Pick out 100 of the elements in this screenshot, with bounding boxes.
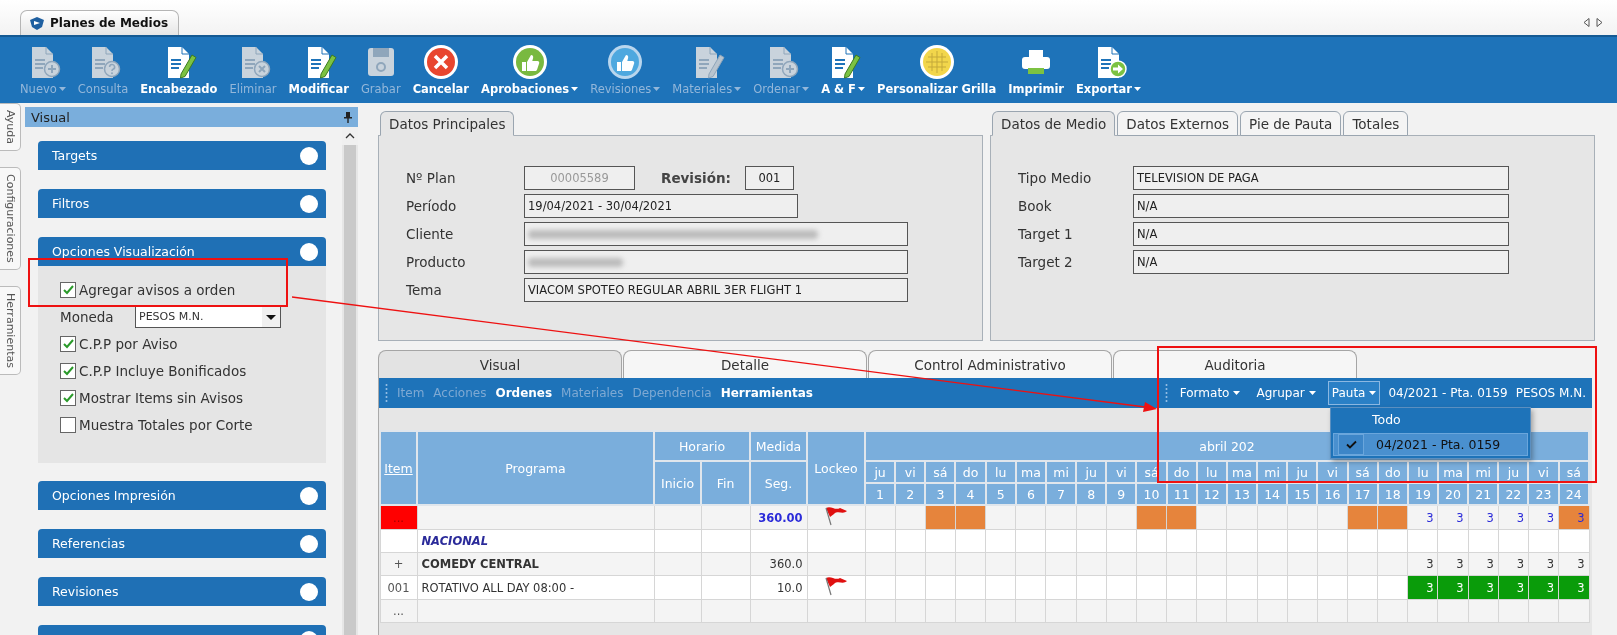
pin-icon[interactable] (344, 111, 352, 123)
view-tab[interactable]: Control Administrativo (868, 350, 1112, 378)
check-icon (62, 365, 74, 376)
form-tab[interactable]: Datos de Medio (992, 111, 1116, 136)
table-cell: + (380, 552, 417, 576)
input-field[interactable]: N/A (1133, 250, 1509, 274)
table-cell (380, 529, 417, 553)
grip-icon (385, 384, 388, 402)
toolbar-button[interactable]: Cancelar (406, 44, 476, 96)
caret-icon (1369, 391, 1377, 395)
menu-dropdown[interactable]: Formato (1175, 381, 1245, 405)
form-tab[interactable]: Datos Externos (1117, 111, 1239, 136)
option-label: C.P.P Incluye Bonificados (79, 362, 247, 379)
caret-icon (58, 87, 66, 91)
thumbs-up-icon (511, 44, 548, 80)
circle-icon (300, 146, 318, 165)
menu-item[interactable]: Ordenes (495, 386, 553, 400)
field-label: Nº Plan (406, 170, 457, 186)
section-header[interactable]: Targets (38, 141, 326, 170)
toolbar-button[interactable]: Aprobaciones (475, 44, 585, 96)
caret-icon (1233, 391, 1241, 395)
section-header[interactable]: Referencias (38, 529, 326, 558)
form-tab[interactable]: Totales (1343, 111, 1409, 136)
caret-icon (571, 87, 579, 91)
input-field[interactable]: VIACOM SPOTEO REGULAR ABRIL 3ER FLIGHT 1 (524, 278, 908, 302)
table-cell: 001 (380, 575, 417, 600)
option-label: Moneda (60, 308, 115, 325)
field-label: Producto (406, 254, 467, 270)
check-icon (62, 338, 74, 349)
logo-icon (29, 16, 45, 30)
toolbar-button[interactable]: Modificar (282, 44, 355, 96)
view-tab[interactable]: Auditoria (1113, 350, 1357, 378)
input-field[interactable]: TELEVISION DE PAGA (1133, 166, 1509, 190)
scroll-left-icon[interactable] (1583, 18, 1590, 27)
column-header: Horario (654, 431, 750, 461)
circle-icon (300, 242, 318, 261)
menu-dropdown[interactable]: Agrupar (1252, 381, 1320, 405)
checkbox[interactable] (60, 335, 76, 352)
checkbox[interactable] (60, 416, 76, 433)
flag-icon (823, 576, 849, 596)
field-label: Cliente (406, 226, 455, 242)
section-header[interactable]: Filtros (38, 189, 326, 218)
caret-icon (653, 87, 661, 91)
side-tab[interactable]: Ayuda (0, 103, 21, 151)
field-label: Book (1018, 198, 1053, 214)
option-label: C.P.P por Aviso (79, 335, 178, 352)
toolbar-button[interactable]: Imprimir (1002, 44, 1070, 96)
column-header: Inicio (654, 461, 701, 505)
side-tab[interactable]: Herramientas (0, 285, 21, 375)
menu-option[interactable]: Todo (1331, 408, 1530, 431)
side-tab[interactable]: Configuraciones (0, 167, 21, 270)
field-label: Período (406, 198, 458, 214)
scroll-right-icon[interactable] (1596, 18, 1603, 27)
toolbar-button[interactable]: Personalizar Grilla (871, 44, 1003, 96)
check-icon (62, 392, 74, 403)
section-header[interactable]: Opciones Impresión (38, 481, 326, 510)
caret-icon (734, 87, 742, 91)
check-icon (62, 284, 74, 295)
panel-title: Visual (31, 109, 70, 125)
field-label: Target 1 (1018, 226, 1074, 242)
currency-select[interactable]: PESOS M.N. (135, 305, 281, 328)
input-field[interactable]: N/A (1133, 222, 1509, 246)
input-field[interactable] (524, 222, 908, 246)
cancel-icon (422, 44, 459, 80)
field-label: Tema (406, 282, 443, 298)
input-field[interactable]: 19/04/2021 - 30/04/2021 (524, 194, 798, 218)
circle-icon (300, 486, 318, 505)
section-header[interactable]: Opciones Visualización (38, 237, 326, 266)
form-tab[interactable]: Datos Principales (380, 111, 515, 136)
table-cell: ... (380, 505, 417, 530)
option-label: Muestra Totales por Corte (79, 416, 253, 433)
scrollbar[interactable] (342, 127, 358, 635)
view-tab[interactable]: Detalle (623, 350, 867, 378)
column-header: Programa (417, 431, 654, 505)
toolbar-button[interactable]: Encabezado (134, 44, 224, 96)
menu-dropdown[interactable]: Pauta (1327, 381, 1381, 405)
checkbox[interactable] (60, 362, 76, 379)
toolbar-button[interactable]: Exportar (1070, 44, 1147, 96)
view-tab[interactable]: Visual (378, 350, 622, 378)
input-field[interactable] (524, 250, 908, 274)
input-field[interactable]: N/A (1133, 194, 1509, 218)
table-cell: ... (380, 599, 417, 623)
checkbox[interactable] (60, 281, 76, 298)
form-tab[interactable]: Pie de Pauta (1240, 111, 1342, 136)
circle-icon (300, 194, 318, 213)
circle-icon (300, 534, 318, 553)
currency-label: PESOS M.N. (1515, 386, 1586, 400)
option-label: Mostrar Items sin Avisos (79, 389, 244, 406)
section-header[interactable]: Revisiones (38, 577, 326, 606)
menu-option[interactable]: 04/2021 - Pta. 0159 (1333, 433, 1528, 456)
caret-icon (1308, 391, 1316, 395)
option-label: Agregar avisos a orden (79, 281, 236, 298)
field-label: Target 2 (1018, 254, 1074, 270)
grid-icon (918, 44, 955, 80)
checkbox[interactable] (60, 389, 76, 406)
pauta-label: 04/2021 - Pta. 0159 (1388, 386, 1508, 400)
app-tab[interactable]: Planes de Medios (20, 10, 180, 35)
menu-item[interactable]: Herramientas (720, 386, 813, 400)
flag-icon (823, 506, 849, 526)
toolbar-button[interactable]: A & F (815, 44, 871, 96)
